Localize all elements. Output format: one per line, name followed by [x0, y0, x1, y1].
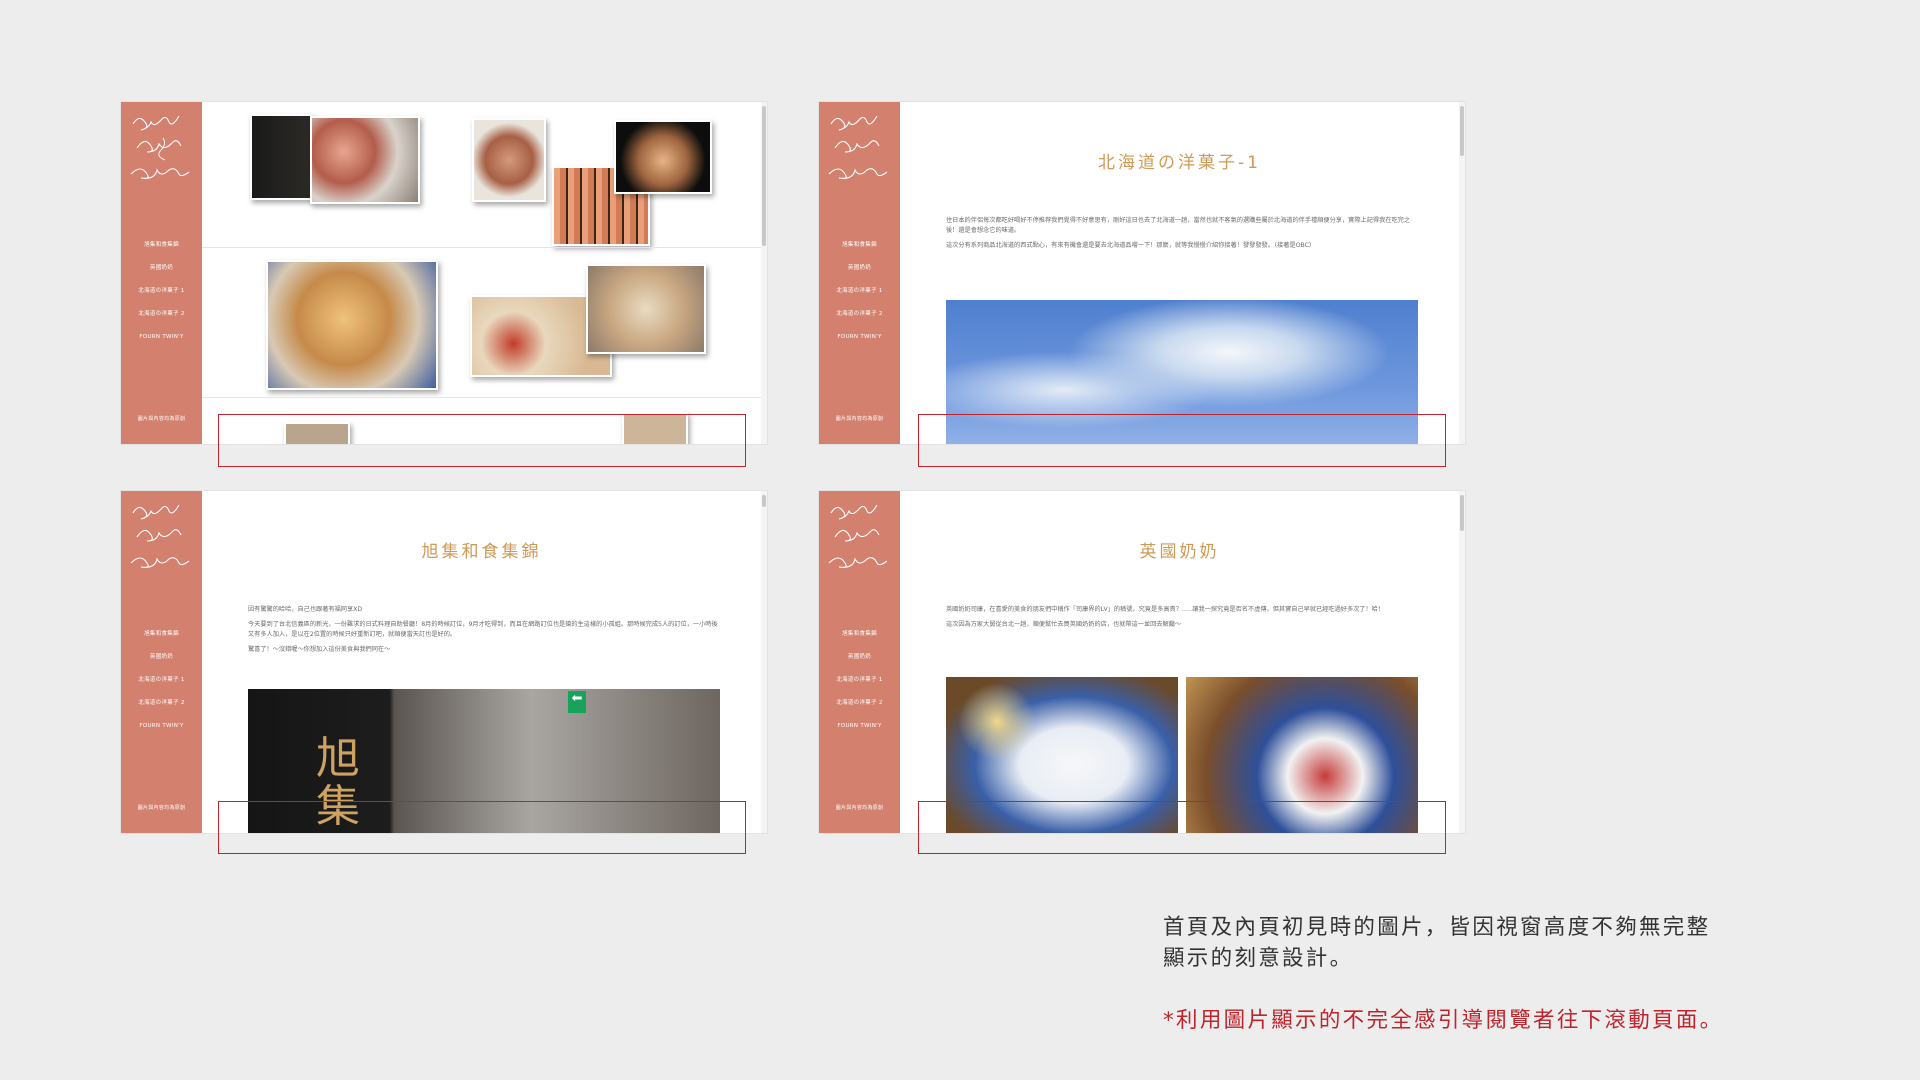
main-nav: 旭集和食集錦 英國奶奶 北海道の洋菓子 1 北海道の洋菓子 2 FOURN TW… — [121, 630, 202, 745]
nav-item-5[interactable]: FOURN TWIN'Y — [121, 722, 202, 745]
paragraph: 住日本的伴侶每次都吃好喝好不停推荐我們覺得不好意思有，剛好這日也去了北海道一趟，… — [946, 217, 1411, 234]
site-logo — [828, 504, 888, 569]
scrollbar[interactable] — [761, 491, 767, 833]
paragraph: 因有驚驚的哈哈，自己也跟著有福同享XD — [248, 606, 363, 613]
screenshot-scones: 旭集和食集錦 英國奶奶 北海道の洋菓子 1 北海道の洋菓子 2 FOURN TW… — [819, 491, 1465, 833]
scrollbar[interactable] — [761, 102, 767, 444]
caption-note: *利用圖片顯示的不完全感引導閱覽者往下滾動頁面。 — [1163, 1008, 1724, 1033]
photo-sushi-plates[interactable] — [310, 116, 420, 204]
photo-noodle-dish[interactable] — [614, 120, 712, 194]
screenshot-home: 旭集和食集錦 英國奶奶 北海道の洋菓子 1 北海道の洋菓子 2 FOURN TW… — [121, 102, 767, 444]
scrollbar-thumb[interactable] — [762, 106, 766, 246]
nav-item-5[interactable]: FOURN TWIN'Y — [819, 722, 900, 745]
site-logo — [828, 115, 888, 180]
article-content: 北海道の洋菓子-1 住日本的伴侶每次都吃好喝好不停推荐我們覺得不好意思有，剛好這… — [900, 102, 1459, 444]
scrollbar[interactable] — [1459, 102, 1465, 444]
sidebar: 旭集和食集錦 英國奶奶 北海道の洋菓子 1 北海道の洋菓子 2 FOURN TW… — [121, 102, 202, 444]
highlight-box — [918, 801, 1446, 854]
nav-item-1[interactable]: 旭集和食集錦 — [819, 630, 900, 653]
paragraph: 這次分有系列商品北海道的西式點心，有來有機會還是要去北海道品嚐一下！那麼，就等我… — [946, 242, 1316, 249]
paragraph: 驚喜了！～沒錯喔～你想加入這份美食與我們同在～ — [248, 646, 391, 653]
sidebar: 旭集和食集錦 英國奶奶 北海道の洋菓子 1 北海道の洋菓子 2 FOURN TW… — [819, 491, 900, 833]
nav-item-2[interactable]: 英國奶奶 — [819, 264, 900, 287]
highlight-box — [918, 414, 1446, 467]
scrollbar-thumb[interactable] — [1460, 106, 1464, 156]
main-nav: 旭集和食集錦 英國奶奶 北海道の洋菓子 1 北海道の洋菓子 2 FOURN TW… — [819, 630, 900, 745]
nav-item-1[interactable]: 旭集和食集錦 — [121, 241, 202, 264]
site-logo — [130, 504, 190, 569]
sidebar: 旭集和食集錦 英國奶奶 北海道の洋菓子 1 北海道の洋菓子 2 FOURN TW… — [819, 102, 900, 444]
nav-item-4[interactable]: 北海道の洋菓子 2 — [819, 310, 900, 333]
photo-dessert-plate[interactable] — [472, 118, 546, 202]
sidebar-footer: 圖片與內容均為原創 — [835, 805, 884, 811]
caption: 首頁及內頁初見時的圖片，皆因視窗高度不夠無完整 顯示的刻意設計。 — [1163, 912, 1903, 974]
home-gallery — [202, 102, 761, 444]
main-nav: 旭集和食集錦 英國奶奶 北海道の洋菓子 1 北海道の洋菓子 2 FOURN TW… — [819, 241, 900, 356]
nav-item-2[interactable]: 英國奶奶 — [121, 653, 202, 676]
sidebar-footer: 圖片與內容均為原創 — [137, 805, 186, 811]
nav-item-3[interactable]: 北海道の洋菓子 1 — [121, 287, 202, 310]
section-divider — [202, 397, 761, 398]
highlight-box — [218, 414, 746, 467]
nav-item-5[interactable]: FOURN TWIN'Y — [121, 333, 202, 356]
main-nav: 旭集和食集錦 英國奶奶 北海道の洋菓子 1 北海道の洋菓子 2 FOURN TW… — [121, 241, 202, 356]
paragraph: 英國奶奶司康，在喜愛的美食的朋友們中稱作「司康界的LV」的稱號，究竟是多高貴？…… — [946, 606, 1385, 613]
article-text: 因有驚驚的哈哈，自己也跟著有福同享XD 今天要到了台北信義區的新光，一份難求的日… — [248, 605, 718, 660]
nav-item-3[interactable]: 北海道の洋菓子 1 — [819, 287, 900, 310]
nav-item-3[interactable]: 北海道の洋菓子 1 — [819, 676, 900, 699]
paragraph: 這次因為方家大舅從台北一趟，順便幫忙去買英國奶奶的店，也就帶這一並回去解饞～ — [946, 621, 1182, 628]
exit-sign-icon: ⬅ — [568, 691, 586, 713]
nav-item-5[interactable]: FOURN TWIN'Y — [819, 333, 900, 356]
photo-restaurant-sign[interactable] — [250, 114, 312, 200]
page-title: 英國奶奶 — [1139, 542, 1220, 562]
scrollbar-thumb[interactable] — [1460, 495, 1464, 531]
article-text: 英國奶奶司康，在喜愛的美食的朋友們中稱作「司康界的LV」的稱號，究竟是多高貴？…… — [946, 605, 1416, 635]
page-title: 北海道の洋菓子-1 — [1098, 153, 1261, 173]
article-content: 旭集和食集錦 因有驚驚的哈哈，自己也跟著有福同享XD 今天要到了台北信義區的新光… — [202, 491, 761, 833]
sidebar-footer: 圖片與內容均為原創 — [137, 416, 186, 422]
article-content: 英國奶奶 英國奶奶司康，在喜愛的美食的朋友們中稱作「司康界的LV」的稱號，究竟是… — [900, 491, 1459, 833]
nav-item-4[interactable]: 北海道の洋菓子 2 — [819, 699, 900, 722]
highlight-box — [218, 801, 746, 854]
nav-item-2[interactable]: 英國奶奶 — [819, 653, 900, 676]
caption-line-2: 顯示的刻意設計。 — [1163, 946, 1354, 971]
paragraph: 今天要到了台北信義區的新光，一份難求的日式料理自助餐廳！8月的時候訂位，9月才吃… — [248, 621, 718, 638]
site-logo — [130, 115, 190, 180]
nav-item-4[interactable]: 北海道の洋菓子 2 — [121, 310, 202, 333]
article-text: 住日本的伴侶每次都吃好喝好不停推荐我們覺得不好意思有，剛好這日也去了北海道一趟，… — [946, 216, 1416, 256]
nav-item-2[interactable]: 英國奶奶 — [121, 264, 202, 287]
page-title: 旭集和食集錦 — [421, 542, 542, 562]
scrollbar-thumb[interactable] — [762, 495, 766, 507]
photo-scone-box[interactable] — [266, 260, 438, 390]
screenshot-hokkaido: 旭集和食集錦 英國奶奶 北海道の洋菓子 1 北海道の洋菓子 2 FOURN TW… — [819, 102, 1465, 444]
nav-item-1[interactable]: 旭集和食集錦 — [819, 241, 900, 264]
screenshot-buffet: 旭集和食集錦 英國奶奶 北海道の洋菓子 1 北海道の洋菓子 2 FOURN TW… — [121, 491, 767, 833]
caption-line-1: 首頁及內頁初見時的圖片，皆因視窗高度不夠無完整 — [1163, 915, 1711, 940]
nav-item-3[interactable]: 北海道の洋菓子 1 — [121, 676, 202, 699]
section-divider — [202, 247, 761, 248]
sidebar-footer: 圖片與內容均為原創 — [835, 416, 884, 422]
nav-item-4[interactable]: 北海道の洋菓子 2 — [121, 699, 202, 722]
scrollbar[interactable] — [1459, 491, 1465, 833]
nav-item-1[interactable]: 旭集和食集錦 — [121, 630, 202, 653]
photo-scone-plate[interactable] — [586, 264, 706, 354]
sidebar: 旭集和食集錦 英國奶奶 北海道の洋菓子 1 北海道の洋菓子 2 FOURN TW… — [121, 491, 202, 833]
